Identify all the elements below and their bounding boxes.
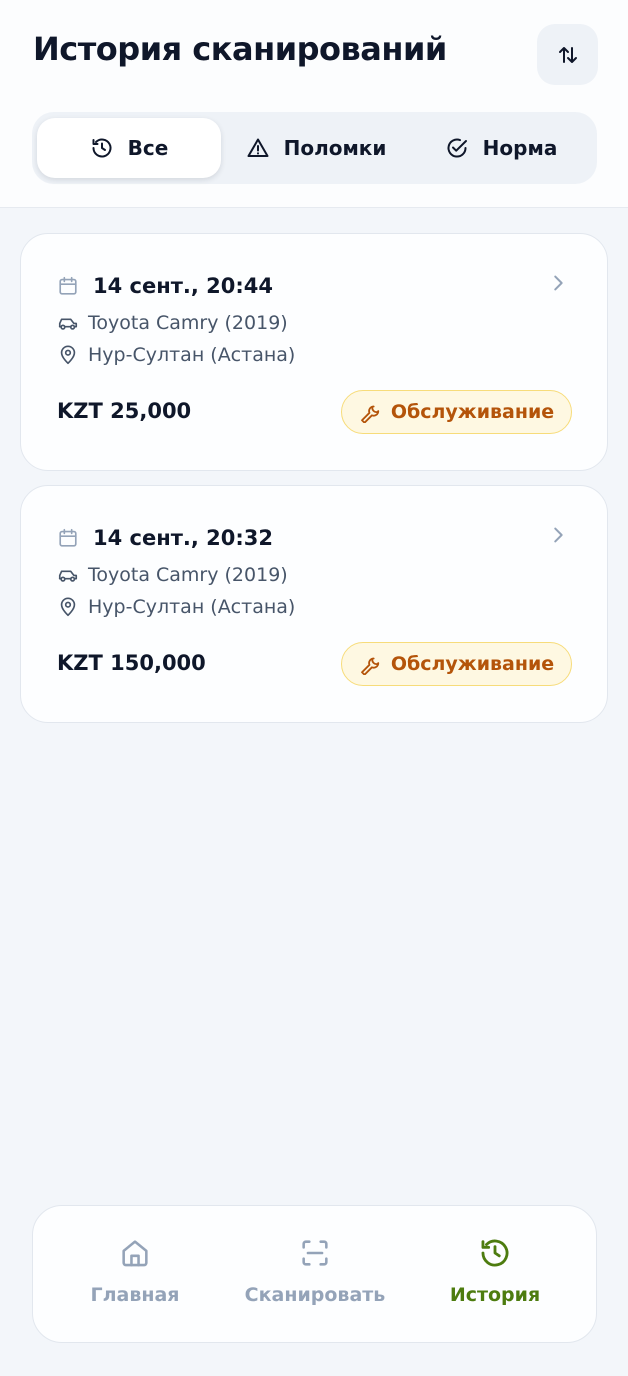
car-icon <box>58 570 78 582</box>
nav-scan[interactable]: Сканировать <box>230 1236 400 1316</box>
filter-segmented-control: Все Поломки Норма <box>32 112 597 184</box>
nav-history-label: История <box>449 1284 541 1306</box>
check-circle-icon <box>447 138 467 158</box>
status-badge-label: Обслуживание <box>390 401 555 423</box>
scan-location-row: Нур-Султан (Астана) <box>57 344 295 366</box>
filter-normal-label: Норма <box>482 136 558 160</box>
nav-history[interactable]: История <box>410 1236 580 1316</box>
status-badge-label: Обслуживание <box>390 653 555 675</box>
scan-card[interactable]: 14 сент., 20:32 Toyota Camry (2019) Нур-… <box>20 485 608 723</box>
scan-datetime: 14 сент., 20:44 <box>93 274 274 298</box>
page-title: История сканирований <box>33 30 447 68</box>
filter-breakdowns-label: Поломки <box>283 136 387 160</box>
scan-price: KZT 150,000 <box>57 651 206 675</box>
sort-button[interactable] <box>537 24 598 85</box>
history-icon <box>92 138 112 158</box>
home-icon <box>122 1240 148 1267</box>
scan-car: Toyota Camry (2019) <box>88 312 288 334</box>
calendar-icon <box>59 528 77 547</box>
scan-car: Toyota Camry (2019) <box>88 564 288 586</box>
scan-location: Нур-Султан (Астана) <box>88 344 296 366</box>
scan-datetime: 14 сент., 20:32 <box>93 526 274 550</box>
calendar-icon <box>59 276 77 295</box>
scan-date-row: 14 сент., 20:32 <box>57 526 273 550</box>
sort-arrows-icon <box>558 46 577 63</box>
filter-all-label: Все <box>127 136 169 160</box>
status-badge: Обслуживание <box>341 642 572 686</box>
nav-scan-label: Сканировать <box>244 1284 386 1306</box>
nav-home-label: Главная <box>90 1284 180 1306</box>
wrench-icon <box>360 405 379 423</box>
scan-car-row: Toyota Camry (2019) <box>57 564 288 586</box>
scan-date-row: 14 сент., 20:44 <box>57 274 273 298</box>
scan-location: Нур-Султан (Астана) <box>88 596 296 618</box>
filter-normal[interactable]: Норма <box>409 118 593 178</box>
scan-car-row: Toyota Camry (2019) <box>57 312 288 334</box>
chevron-right-icon[interactable] <box>547 524 569 546</box>
scan-card[interactable]: 14 сент., 20:44 Toyota Camry (2019) Нур-… <box>20 233 608 471</box>
location-pin-icon <box>60 345 76 365</box>
chevron-right-icon[interactable] <box>547 272 569 294</box>
car-icon <box>58 318 78 330</box>
location-pin-icon <box>60 597 76 617</box>
nav-home[interactable]: Главная <box>50 1236 220 1316</box>
scan-icon <box>302 1240 328 1266</box>
history-icon <box>481 1239 509 1267</box>
filter-breakdowns[interactable]: Поломки <box>224 118 408 178</box>
filter-all[interactable]: Все <box>37 118 221 178</box>
bottom-navigation: Главная Сканировать История <box>32 1205 597 1343</box>
wrench-icon <box>360 657 379 675</box>
warning-icon <box>247 138 269 157</box>
header: История сканирований Все Поломки Норма <box>0 0 628 208</box>
status-badge: Обслуживание <box>341 390 572 434</box>
scan-price: KZT 25,000 <box>57 399 192 423</box>
scan-location-row: Нур-Султан (Астана) <box>57 596 295 618</box>
